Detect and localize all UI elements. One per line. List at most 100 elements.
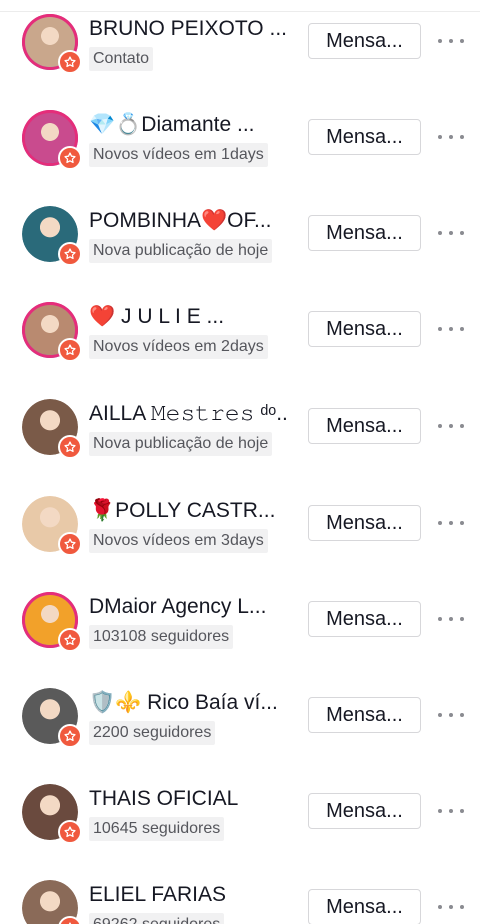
more-options-icon[interactable] bbox=[438, 32, 464, 50]
list-item[interactable]: 💎💍Diamante ... Novos vídeos em 1days Mensa… bbox=[0, 86, 480, 182]
star-badge-icon bbox=[58, 628, 82, 652]
dot bbox=[438, 905, 442, 909]
dot bbox=[460, 39, 464, 43]
message-button[interactable]: Mensa... bbox=[308, 408, 421, 444]
message-button[interactable]: Mensa... bbox=[308, 505, 421, 541]
account-status: 69262 seguidores bbox=[89, 913, 225, 924]
list-item[interactable]: ❤️ J U L I E ... Novos vídeos em 2days Men… bbox=[0, 278, 480, 374]
dot bbox=[460, 135, 464, 139]
more-options-icon[interactable] bbox=[438, 128, 464, 146]
list-item[interactable]: ELIEL FARIAS 69262 seguidores Mensa... bbox=[0, 856, 480, 924]
more-options-icon[interactable] bbox=[438, 224, 464, 242]
dot bbox=[460, 521, 464, 525]
more-options-icon[interactable] bbox=[438, 417, 464, 435]
account-name[interactable]: 🛡️⚜️ Rico Baía ví... bbox=[89, 690, 289, 716]
more-options-icon[interactable] bbox=[438, 514, 464, 532]
account-status: 10645 seguidores bbox=[89, 817, 225, 841]
account-status: Novos vídeos em 2days bbox=[89, 335, 268, 359]
avatar[interactable] bbox=[22, 784, 82, 844]
dot bbox=[438, 39, 442, 43]
dot bbox=[449, 424, 453, 428]
dot bbox=[460, 424, 464, 428]
dot bbox=[438, 521, 442, 525]
star-badge-icon bbox=[58, 242, 82, 266]
avatar[interactable] bbox=[22, 110, 82, 170]
list-item[interactable]: DMaior Agency L... 103108 seguidores Mensa… bbox=[0, 568, 480, 664]
star-badge-icon bbox=[58, 146, 82, 170]
star-badge-icon bbox=[58, 338, 82, 362]
account-name[interactable]: THAIS OFICIAL bbox=[89, 786, 289, 812]
avatar[interactable] bbox=[22, 688, 82, 748]
account-name[interactable]: ❤️ J U L I E ... bbox=[89, 304, 289, 330]
dot bbox=[449, 713, 453, 717]
dot bbox=[449, 809, 453, 813]
message-button[interactable]: Mensa... bbox=[308, 793, 421, 829]
list-item[interactable]: 🛡️⚜️ Rico Baía ví... 2200 seguidores Mensa… bbox=[0, 664, 480, 760]
account-name[interactable]: 💎💍Diamante ... bbox=[89, 112, 289, 138]
account-name[interactable]: DMaior Agency L... bbox=[89, 594, 289, 620]
more-options-icon[interactable] bbox=[438, 898, 464, 916]
dot bbox=[438, 231, 442, 235]
dot bbox=[460, 713, 464, 717]
account-status: Contato bbox=[89, 47, 154, 71]
list-item[interactable]: BRUNO PEIXOTO ... Contato Mensa... bbox=[0, 0, 480, 86]
avatar[interactable] bbox=[22, 14, 82, 74]
dot bbox=[460, 809, 464, 813]
dot bbox=[449, 135, 453, 139]
list-item[interactable]: THAIS OFICIAL 10645 seguidores Mensa... bbox=[0, 760, 480, 856]
account-status: 103108 seguidores bbox=[89, 625, 234, 649]
account-name[interactable]: AILLA 𝙼𝚎𝚜𝚝𝚛𝚎𝚜 ᵈᵒ... bbox=[89, 401, 289, 427]
list-item[interactable]: AILLA 𝙼𝚎𝚜𝚝𝚛𝚎𝚜 ᵈᵒ... Nova publicação de ho… bbox=[0, 375, 480, 471]
dot bbox=[460, 905, 464, 909]
account-status: Novos vídeos em 1days bbox=[89, 143, 268, 167]
list-item[interactable]: 🌹POLLY CASTR... Novos vídeos em 3days Mens… bbox=[0, 472, 480, 568]
more-options-icon[interactable] bbox=[438, 610, 464, 628]
message-button[interactable]: Mensa... bbox=[308, 119, 421, 155]
dot bbox=[449, 521, 453, 525]
dot bbox=[438, 809, 442, 813]
dot bbox=[449, 231, 453, 235]
avatar[interactable] bbox=[22, 496, 82, 556]
account-status: Nova publicação de hoje bbox=[89, 432, 273, 456]
star-badge-icon bbox=[58, 50, 82, 74]
following-list: BRUNO PEIXOTO ... Contato Mensa... 💎💍Diaman… bbox=[0, 0, 480, 924]
avatar[interactable] bbox=[22, 399, 82, 459]
avatar[interactable] bbox=[22, 206, 82, 266]
dot bbox=[460, 327, 464, 331]
dot bbox=[449, 905, 453, 909]
message-button[interactable]: Mensa... bbox=[308, 23, 421, 59]
avatar[interactable] bbox=[22, 880, 82, 924]
dot bbox=[449, 617, 453, 621]
list-item[interactable]: POMBINHA❤️OF... Nova publicação de hoje Me… bbox=[0, 182, 480, 278]
dot bbox=[460, 231, 464, 235]
dot bbox=[438, 327, 442, 331]
account-status: 2200 seguidores bbox=[89, 721, 216, 745]
account-name[interactable]: ELIEL FARIAS bbox=[89, 882, 289, 908]
account-name[interactable]: BRUNO PEIXOTO ... bbox=[89, 16, 289, 42]
more-options-icon[interactable] bbox=[438, 320, 464, 338]
dot bbox=[438, 424, 442, 428]
account-status: Nova publicação de hoje bbox=[89, 239, 273, 263]
star-badge-icon bbox=[58, 724, 82, 748]
dot bbox=[438, 617, 442, 621]
avatar[interactable] bbox=[22, 592, 82, 652]
star-badge-icon bbox=[58, 435, 82, 459]
more-options-icon[interactable] bbox=[438, 802, 464, 820]
account-status: Novos vídeos em 3days bbox=[89, 529, 268, 553]
dot bbox=[460, 617, 464, 621]
message-button[interactable]: Mensa... bbox=[308, 889, 421, 924]
dot bbox=[438, 135, 442, 139]
star-badge-icon bbox=[58, 532, 82, 556]
dot bbox=[438, 713, 442, 717]
dot bbox=[449, 327, 453, 331]
message-button[interactable]: Mensa... bbox=[308, 601, 421, 637]
dot bbox=[449, 39, 453, 43]
account-name[interactable]: POMBINHA❤️OF... bbox=[89, 208, 289, 234]
star-badge-icon bbox=[58, 820, 82, 844]
more-options-icon[interactable] bbox=[438, 706, 464, 724]
account-name[interactable]: 🌹POLLY CASTR... bbox=[89, 498, 289, 524]
message-button[interactable]: Mensa... bbox=[308, 697, 421, 733]
message-button[interactable]: Mensa... bbox=[308, 215, 421, 251]
message-button[interactable]: Mensa... bbox=[308, 311, 421, 347]
avatar[interactable] bbox=[22, 302, 82, 362]
